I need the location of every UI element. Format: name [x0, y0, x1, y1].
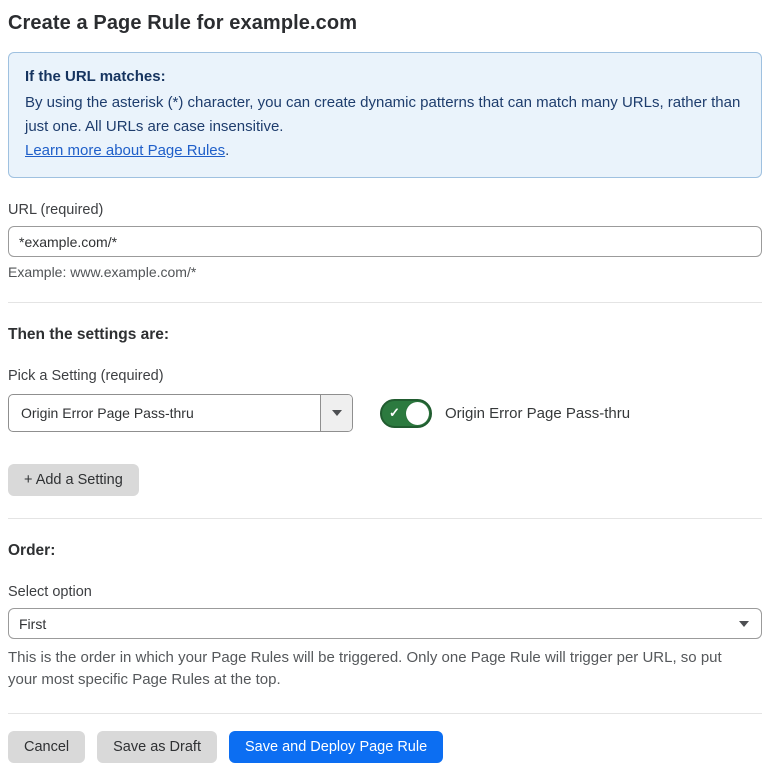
setting-row: Origin Error Page Pass-thru ✓ Origin Err…: [8, 394, 762, 432]
link-period: .: [225, 142, 230, 159]
chevron-down-icon: [739, 620, 749, 627]
chevron-down-icon: [331, 410, 342, 416]
pick-setting-label: Pick a Setting (required): [8, 368, 164, 384]
toggle-label: Origin Error Page Pass-thru: [445, 404, 631, 422]
info-box-heading: If the URL matches:: [25, 68, 166, 85]
origin-error-toggle[interactable]: ✓: [380, 398, 432, 428]
divider: [8, 518, 762, 519]
add-setting-button[interactable]: + Add a Setting: [8, 464, 139, 496]
page-title: Create a Page Rule for example.com: [8, 12, 358, 34]
divider: [8, 712, 762, 714]
url-input[interactable]: [8, 226, 762, 257]
save-draft-button[interactable]: Save as Draft: [97, 730, 217, 763]
order-select-label: Select option: [8, 584, 92, 600]
order-section-heading: Order:: [8, 542, 56, 559]
url-example-hint: Example: www.example.com/*: [8, 264, 197, 280]
setting-select[interactable]: Origin Error Page Pass-thru: [8, 394, 353, 432]
info-box-body: By using the asterisk (*) character, you…: [25, 94, 741, 135]
setting-select-arrow-button[interactable]: [320, 395, 352, 431]
page-rule-form: Create a Page Rule for example.com If th…: [0, 0, 770, 763]
order-select[interactable]: First: [8, 608, 762, 639]
settings-section-heading: Then the settings are:: [8, 326, 170, 343]
toggle-knob: [406, 401, 429, 425]
save-deploy-button[interactable]: Save and Deploy Page Rule: [228, 730, 444, 763]
footer-actions: Cancel Save as Draft Save and Deploy Pag…: [8, 730, 762, 763]
order-select-value: First: [19, 615, 47, 632]
info-box-link-line: Learn more about Page Rules.: [25, 139, 745, 163]
order-help-text: This is the order in which your Page Rul…: [8, 649, 722, 688]
cancel-button[interactable]: Cancel: [8, 730, 86, 763]
url-match-info-box: If the URL matches: By using the asteris…: [8, 52, 762, 178]
check-icon: ✓: [389, 404, 400, 420]
setting-select-value: Origin Error Page Pass-thru: [21, 405, 194, 421]
url-field-label: URL (required): [8, 202, 104, 218]
learn-more-link[interactable]: Learn more about Page Rules: [25, 142, 225, 159]
divider: [8, 302, 762, 303]
